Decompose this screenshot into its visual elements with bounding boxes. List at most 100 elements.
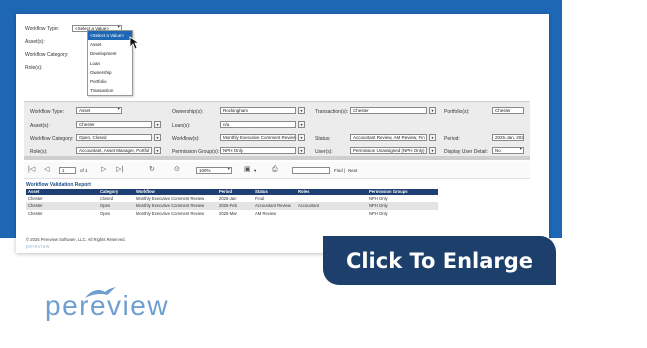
table-cell: Closed bbox=[100, 196, 114, 201]
dropdown-option[interactable]: Development bbox=[88, 49, 132, 58]
dropdown-option[interactable]: <Select a Value> bbox=[88, 31, 132, 41]
table-cell: 2025-Feb bbox=[217, 202, 253, 210]
table-cell bbox=[296, 210, 367, 217]
workflow-field[interactable]: Monthly Executive Comment Review bbox=[220, 134, 296, 141]
table-row: Chester Closed Monthly Executive Comment… bbox=[26, 195, 438, 202]
next-page-icon[interactable]: ▷ bbox=[101, 166, 106, 174]
portfolio-field[interactable]: Chester bbox=[492, 107, 524, 114]
table-row: Chester Open Monthly Executive Comment R… bbox=[26, 210, 438, 217]
transaction-label: Transaction(s): bbox=[315, 109, 349, 115]
transaction-dropdown-button[interactable]: ▾ bbox=[429, 107, 436, 114]
previous-page-icon[interactable]: ◁ bbox=[44, 166, 49, 174]
table-cell: Monthly Executive Comment Review bbox=[134, 202, 217, 210]
last-page-icon[interactable]: ▷| bbox=[116, 166, 123, 174]
dropdown-option[interactable]: Portfolio bbox=[88, 77, 132, 86]
back-icon[interactable]: ⊙ bbox=[174, 166, 180, 174]
param-asset-label: Asset(s): bbox=[30, 123, 50, 129]
permission-group-label: Permission Group(s): bbox=[172, 149, 220, 155]
ownership-dropdown-button[interactable]: ▾ bbox=[298, 107, 305, 114]
zoom-select[interactable]: 100% bbox=[196, 167, 232, 174]
workflow-category-dropdown-button[interactable]: ▾ bbox=[154, 134, 161, 141]
export-icon[interactable]: ▣ bbox=[244, 166, 251, 174]
permission-group-dropdown-button[interactable]: ▾ bbox=[298, 147, 305, 154]
table-cell bbox=[296, 195, 367, 202]
page-number-input[interactable]: 1 bbox=[59, 167, 76, 174]
asset-label: Asset(s): bbox=[25, 39, 45, 45]
ownership-label: Ownership(s): bbox=[172, 109, 204, 115]
table-cell: Chester bbox=[28, 210, 43, 216]
user-label: User(s): bbox=[315, 149, 333, 155]
click-to-enlarge-button[interactable]: Click To Enlarge bbox=[323, 236, 556, 285]
status-dropdown-button[interactable]: ▾ bbox=[429, 134, 436, 141]
user-dropdown-button[interactable]: ▾ bbox=[429, 147, 436, 154]
find-link[interactable]: Find bbox=[334, 168, 343, 174]
table-cell: Accountant bbox=[296, 202, 367, 210]
workflow-dropdown-button[interactable]: ▾ bbox=[298, 134, 305, 141]
click-to-enlarge-label: Click To Enlarge bbox=[345, 248, 534, 273]
user-field[interactable]: Permission Unassigned (NPH Only) bbox=[350, 147, 427, 154]
find-separator: | bbox=[344, 168, 346, 173]
display-user-detail-label: Display User Detail: bbox=[444, 149, 488, 155]
role-label: Role(s): bbox=[25, 65, 43, 71]
dropdown-option[interactable]: Ownership bbox=[88, 68, 132, 77]
table-cell: NPH Only bbox=[369, 196, 388, 201]
workflow-type-label: Workflow Type: bbox=[25, 26, 59, 32]
period-field[interactable]: 2025-Jan, 2025-Feb, 2025-Mar bbox=[492, 134, 524, 141]
table-cell: Monthly Executive Comment Review bbox=[136, 210, 205, 216]
portfolio-label: Portfolio(s): bbox=[444, 109, 470, 115]
table-cell: NPH Only bbox=[369, 210, 388, 216]
footer-logo: pereview bbox=[26, 244, 51, 250]
asset-field[interactable]: Chester bbox=[76, 121, 152, 128]
period-label: Period: bbox=[444, 136, 460, 142]
bird-icon bbox=[85, 287, 116, 298]
mouse-cursor-icon bbox=[129, 36, 141, 50]
page-count: of 1 bbox=[80, 168, 88, 173]
workflow-category-label: Workflow Category: bbox=[25, 52, 69, 58]
param-workflow-type-select[interactable]: Asset bbox=[76, 107, 122, 114]
table-cell: Final bbox=[255, 196, 265, 201]
param-role-label: Role(s): bbox=[30, 149, 48, 155]
loan-label: Loan(s): bbox=[172, 123, 191, 129]
find-input[interactable] bbox=[292, 167, 330, 174]
permission-group-field[interactable]: NPH Only bbox=[220, 147, 296, 154]
param-workflow-category-label: Workflow Category: bbox=[30, 136, 74, 142]
table-cell: 2025-Jan bbox=[219, 196, 237, 201]
asset-dropdown-button[interactable]: ▾ bbox=[154, 121, 161, 128]
export-dropdown-icon[interactable]: ▾ bbox=[254, 168, 256, 174]
dropdown-option[interactable]: Loan bbox=[88, 59, 132, 68]
workflow-category-field[interactable]: Open, Closed bbox=[76, 134, 152, 141]
first-page-icon[interactable]: |◁ bbox=[28, 166, 35, 174]
table-cell: Chester bbox=[26, 202, 98, 210]
report-table: Asset Category Workflow Period Status Ro… bbox=[26, 189, 438, 217]
workflow-type-dropdown-list[interactable]: <Select a Value> Asset Development Loan … bbox=[87, 30, 133, 97]
table-cell: NPH Only bbox=[367, 202, 438, 210]
status-field[interactable]: Accountant Review, AM Review, Fin bbox=[350, 134, 427, 141]
loan-field[interactable]: n/a bbox=[220, 121, 296, 128]
role-field[interactable]: Accountant, Asset Manager, Portfol bbox=[76, 147, 152, 154]
parameter-splitter[interactable] bbox=[24, 156, 530, 160]
report-screenshot-card[interactable]: Workflow Type: <Select a Value> Asset(s)… bbox=[16, 14, 549, 253]
workflow-label: Workflow(s): bbox=[172, 136, 200, 142]
refresh-icon[interactable]: ↻ bbox=[149, 166, 155, 174]
role-dropdown-button[interactable]: ▾ bbox=[154, 147, 161, 154]
dropdown-option[interactable]: Asset bbox=[88, 40, 132, 49]
print-icon[interactable]: ⎙ bbox=[272, 166, 278, 174]
dropdown-option[interactable]: Transaction bbox=[88, 86, 132, 95]
table-cell: 2025-Mar bbox=[219, 210, 237, 216]
table-row: Chester Open Monthly Executive Comment R… bbox=[26, 202, 438, 210]
table-cell: Open bbox=[98, 202, 134, 210]
table-cell: Chester bbox=[28, 196, 43, 201]
status-label: Status: bbox=[315, 136, 331, 142]
table-cell: AM Review bbox=[255, 210, 277, 216]
find-next-link[interactable]: Next bbox=[348, 168, 357, 174]
ownership-field[interactable]: Rockingham bbox=[220, 107, 296, 114]
transaction-field[interactable]: Chester bbox=[350, 107, 427, 114]
report-toolbar: |◁ ◁ 1 of 1 ▷ ▷| ↻ ⊙ 100% ▣ ▾ ⎙ Find | N… bbox=[24, 162, 530, 179]
loan-dropdown-button[interactable]: ▾ bbox=[298, 121, 305, 128]
parameter-panel: Workflow Type: Asset Ownership(s): Rocki… bbox=[24, 101, 530, 156]
report-title: Workflow Validation Report bbox=[26, 182, 91, 188]
table-cell: Accountant Review bbox=[253, 202, 296, 210]
display-user-detail-select[interactable]: No bbox=[492, 147, 524, 154]
param-workflow-type-label: Workflow Type: bbox=[30, 109, 64, 115]
copyright-text: © 2025 Pereview Software, LLC. All Right… bbox=[26, 237, 126, 242]
